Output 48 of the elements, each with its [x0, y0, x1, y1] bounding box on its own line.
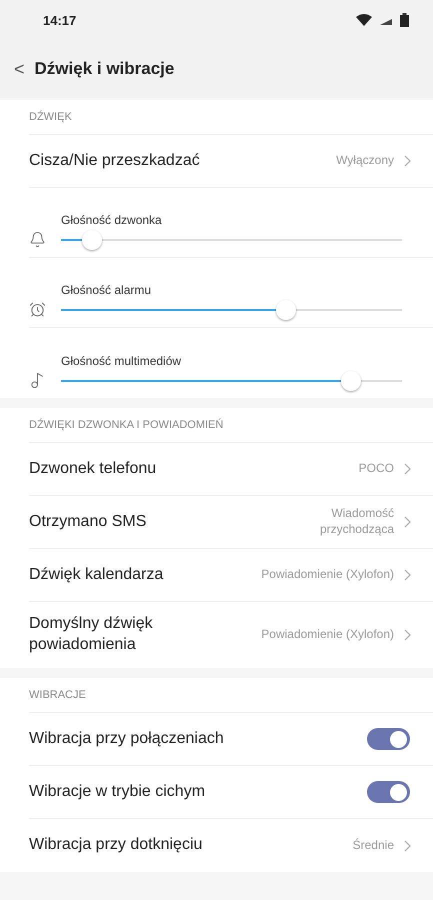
volume-slider[interactable]: [61, 370, 402, 392]
setting-row[interactable]: Wibracja przy dotknięciu Średnie: [29, 819, 433, 872]
slider-thumb[interactable]: [82, 230, 102, 250]
slider-label: Głośność alarmu: [61, 283, 152, 297]
wifi-icon: [356, 14, 372, 26]
slider-thumb[interactable]: [340, 371, 361, 391]
setting-value: Wyłączony: [336, 153, 394, 169]
setting-label: Dzwonek telefonu: [29, 458, 158, 479]
setting-row[interactable]: Cisza/Nie przeszkadzać Wyłączony: [29, 135, 433, 188]
setting-label: Wibracje w trybie cichym: [29, 782, 206, 802]
toggle-switch[interactable]: [367, 728, 410, 750]
setting-label: Wibracja przy połączeniach: [29, 728, 225, 749]
volume-slider[interactable]: [61, 229, 402, 251]
setting-label: Domyślny dźwięk powiadomienia: [29, 614, 154, 655]
chevron-icon: [404, 155, 411, 167]
setting-value: Powiadomienie (Xylofon): [261, 567, 394, 583]
chevron-icon: [404, 629, 411, 641]
status-time: 14:17: [43, 12, 76, 28]
section-header: DŹWIĘK: [29, 100, 433, 135]
setting-label: Cisza/Nie przeszkadzać: [29, 150, 201, 171]
slider-thumb[interactable]: [276, 300, 296, 320]
chevron-icon: [404, 840, 411, 852]
setting-value: Powiadomienie (Xylofon): [261, 627, 394, 643]
bell-icon: [29, 231, 46, 248]
setting-row[interactable]: Otrzymano SMS Wiadomość przychodząca: [29, 496, 433, 549]
volume-slider[interactable]: [61, 299, 402, 321]
setting-row[interactable]: Dźwięk kalendarza Powiadomienie (Xylofon): [29, 549, 433, 602]
chevron-icon: [404, 516, 411, 528]
alarm-clock-icon: [29, 301, 46, 318]
setting-label: Dźwięk kalendarza: [29, 564, 164, 585]
setting-label: Wibracja przy dotknięciu: [29, 835, 204, 856]
slider-label: Głośność dzwonka: [61, 213, 163, 227]
setting-row[interactable]: Dzwonek telefonu POCO: [29, 443, 433, 496]
battery-icon: [400, 13, 409, 27]
slider-label: Głośność multimediów: [61, 354, 182, 368]
setting-value: Wiadomość przychodząca: [320, 506, 394, 538]
chevron-icon: [404, 463, 411, 475]
section-header: DŹWIĘKI DZWONKA I POWIADOMIEŃ: [29, 408, 433, 443]
setting-label: Otrzymano SMS: [29, 512, 148, 532]
toggle-switch[interactable]: [367, 781, 410, 803]
setting-value: Średnie: [352, 838, 394, 854]
page-title: Dźwięk i wibracje: [34, 59, 174, 79]
setting-value: POCO: [358, 461, 394, 477]
back-button[interactable]: <: [14, 58, 25, 80]
section-header: WIBRACJE: [29, 678, 433, 713]
setting-row[interactable]: Domyślny dźwięk powiadomienia Powiadomienie (Xylofon): [29, 602, 433, 668]
chevron-icon: [404, 569, 411, 581]
music-note-icon: [29, 372, 46, 389]
